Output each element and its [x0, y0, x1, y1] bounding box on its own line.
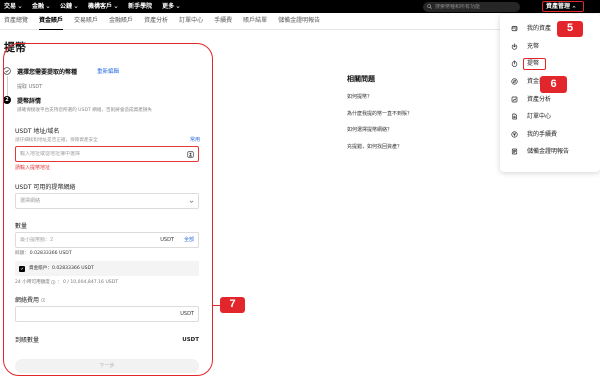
- menu-label: 我的資產: [527, 25, 552, 33]
- tab-list: 資產總覽 資金賬戶 交易賬戶 金融賬戶 資產分析 訂單中心 手續費 賬戶結單 儲…: [4, 13, 320, 30]
- tab-funding-account[interactable]: 資金賬戶: [39, 13, 64, 30]
- menu-label: 訂單中心: [527, 113, 552, 121]
- deposit-icon: [511, 43, 518, 50]
- menu-item-proof-of-reserves[interactable]: 儲備金證明報告: [500, 143, 600, 161]
- faq-item[interactable]: 如何提幣？: [347, 94, 372, 100]
- nav-learn[interactable]: 新手學院: [128, 3, 152, 10]
- report-icon: [511, 148, 518, 155]
- top-nav-bar: 交易 金融 公鏈 機構客戶 新手學院 更多 資產管理: [0, 0, 600, 13]
- menu-item-withdraw[interactable]: 提幣: [500, 55, 600, 73]
- annotation-badge-5: 5: [557, 21, 583, 37]
- annotation-badge-6: 6: [540, 76, 567, 93]
- annotation-badge-7: 7: [220, 297, 245, 313]
- analysis-icon: [511, 96, 518, 103]
- menu-item-order-center[interactable]: 訂單中心: [500, 108, 600, 126]
- search-input[interactable]: [435, 3, 519, 10]
- tab-overview[interactable]: 資產總覽: [4, 13, 28, 30]
- tab-finance-account[interactable]: 金融賬戶: [109, 13, 133, 30]
- nav-label: 機構客戶: [88, 2, 113, 10]
- nav-label: 新手學院: [128, 2, 153, 10]
- menu-item-deposit[interactable]: 充幣: [500, 38, 600, 56]
- search-icon: [427, 4, 432, 9]
- menu-label: 儲備金證明報告: [527, 148, 570, 156]
- menu-item-asset-analysis[interactable]: 資產分析: [500, 90, 600, 108]
- wallet-icon: [511, 25, 518, 32]
- chevron-down-icon: [176, 5, 180, 9]
- annotation-highlight-withdraw-form: [2, 42, 213, 376]
- menu-label: 充幣: [527, 42, 540, 50]
- transfer-icon: [511, 78, 518, 85]
- chevron-down-icon: [114, 5, 118, 9]
- faq-title: 相關問題: [347, 75, 375, 83]
- nav-label: 金融: [32, 2, 45, 10]
- fee-icon: [511, 131, 518, 138]
- faq-item[interactable]: 如何選擇提幣網絡？: [347, 127, 392, 133]
- nav-label: 更多: [162, 2, 175, 10]
- nav-finance[interactable]: 金融: [32, 3, 50, 10]
- nav-label: 交易: [4, 2, 17, 10]
- top-nav: 交易 金融 公鏈 機構客戶 新手學院 更多: [4, 0, 180, 13]
- tab-statements[interactable]: 賬戶結單: [243, 13, 267, 30]
- faq-item[interactable]: 充提錯，如何找回資產？: [347, 144, 402, 150]
- nav-label: 公鏈: [60, 2, 73, 10]
- menu-label: 資產分析: [527, 95, 552, 103]
- nav-institutional[interactable]: 機構客戶: [88, 3, 118, 10]
- faq-item[interactable]: 為什麼我提的幣一直不到賬？: [347, 111, 412, 117]
- menu-label: 我的手續費: [527, 130, 558, 138]
- annotation-highlight-asset-button: [542, 0, 584, 12]
- chevron-down-icon: [18, 5, 22, 9]
- nav-public-chain[interactable]: 公鏈: [60, 3, 78, 10]
- tab-asset-analysis[interactable]: 資產分析: [144, 13, 168, 30]
- tab-fees[interactable]: 手續費: [214, 13, 232, 30]
- tab-order-center[interactable]: 訂單中心: [179, 13, 203, 30]
- annotation-highlight-withdraw-item: [523, 58, 546, 70]
- menu-item-my-assets[interactable]: 我的資產: [500, 20, 600, 38]
- nav-more[interactable]: 更多: [162, 3, 180, 10]
- order-icon: [511, 113, 518, 120]
- chevron-down-icon: [46, 5, 50, 9]
- tab-trading-account[interactable]: 交易賬戶: [74, 13, 98, 30]
- menu-item-my-fees[interactable]: 我的手續費: [500, 126, 600, 144]
- chevron-down-icon: [74, 5, 78, 9]
- global-search[interactable]: [423, 1, 520, 12]
- nav-trade[interactable]: 交易: [4, 3, 22, 10]
- tab-proof-of-reserves[interactable]: 儲備金證明報告: [278, 13, 320, 30]
- withdraw-icon: [511, 60, 518, 68]
- asset-management-dropdown: 我的資產 充幣 提幣 資金劃轉 資產分析 訂單中心 我的手續費 儲備金證明報告: [500, 14, 600, 172]
